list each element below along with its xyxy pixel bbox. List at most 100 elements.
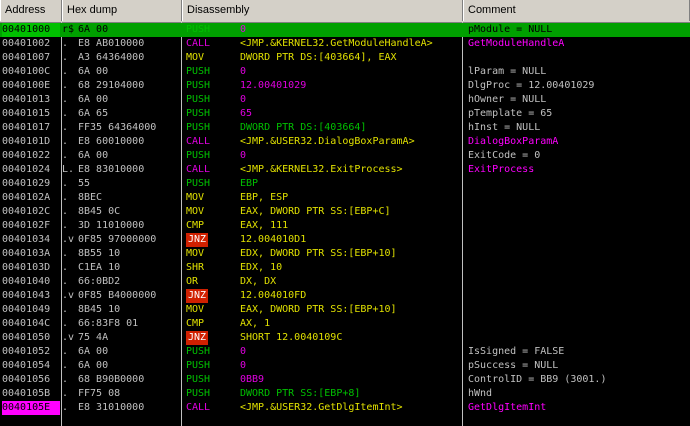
disassembly-cell[interactable]: OR DX, DX xyxy=(186,275,460,289)
hex-cell[interactable]: 8B55 10 xyxy=(78,247,180,261)
code-row[interactable]: 0040103A. 8B55 10 MOV EDX, DWORD PTR SS:[EB… xyxy=(0,247,690,261)
address-cell[interactable]: 00401054 xyxy=(2,359,60,373)
code-row[interactable]: 0040102A. 8BEC MOV EBP, ESP xyxy=(0,191,690,205)
code-row[interactable]: 00401043 .v 0F85 B4000000 JNZ 12.004010FD xyxy=(0,289,690,303)
comment-cell[interactable]: DialogBoxParamA xyxy=(468,135,688,149)
hex-cell[interactable]: 8B45 0C xyxy=(78,205,180,219)
disassembly-cell[interactable]: CMP AX, 1 xyxy=(186,317,460,331)
address-cell[interactable]: 00401022 xyxy=(2,149,60,163)
disassembly-cell[interactable]: PUSH 0 xyxy=(186,93,460,107)
disassembly-cell[interactable]: PUSH EBP xyxy=(186,177,460,191)
code-row[interactable]: 00401050 .v 75 4A JNZ SHORT 12.0040109C xyxy=(0,331,690,345)
comment-cell[interactable] xyxy=(468,261,688,275)
address-cell[interactable]: 00401013 xyxy=(2,93,60,107)
hex-cell[interactable]: C1EA 10 xyxy=(78,261,180,275)
address-cell[interactable]: 0040104C xyxy=(2,317,60,331)
disassembly-cell[interactable]: MOV EAX, DWORD PTR SS:[EBP+C] xyxy=(186,205,460,219)
disassembly-cell[interactable]: PUSH 12.00401029 xyxy=(186,79,460,93)
disassembly-cell[interactable]: PUSH 0 xyxy=(186,345,460,359)
address-cell[interactable]: 0040102C xyxy=(2,205,60,219)
code-row[interactable]: 00401052. 6A 00 PUSH 0 IsSigned = FALSE xyxy=(0,345,690,359)
code-row[interactable]: 00401054. 6A 00 PUSH 0 pSuccess = NULL xyxy=(0,359,690,373)
address-cell[interactable]: 00401002 xyxy=(2,37,60,51)
disassembly-cell[interactable]: PUSH 0 xyxy=(186,65,460,79)
address-cell[interactable]: 00401034 xyxy=(2,233,60,247)
address-cell[interactable]: 0040102F xyxy=(2,219,60,233)
code-row[interactable]: 00401017. FF35 64364000 PUSH DWORD PTR DS:[… xyxy=(0,121,690,135)
comment-cell[interactable] xyxy=(468,205,688,219)
comment-cell[interactable]: IsSigned = FALSE xyxy=(468,345,688,359)
comment-cell[interactable]: ExitCode = 0 xyxy=(468,149,688,163)
comment-cell[interactable] xyxy=(468,317,688,331)
hex-cell[interactable]: FF35 64364000 xyxy=(78,121,180,135)
hex-cell[interactable]: 0F85 97000000 xyxy=(78,233,180,247)
comment-cell[interactable]: lParam = NULL xyxy=(468,65,688,79)
disassembly-cell[interactable]: MOV EDX, DWORD PTR SS:[EBP+10] xyxy=(186,247,460,261)
hex-cell[interactable]: 6A 00 xyxy=(78,65,180,79)
comment-cell[interactable] xyxy=(468,219,688,233)
hex-cell[interactable]: 0F85 B4000000 xyxy=(78,289,180,303)
code-row[interactable]: 00401040. 66:0BD2 OR DX, DX xyxy=(0,275,690,289)
hex-cell[interactable]: 66:0BD2 xyxy=(78,275,180,289)
disassembly-cell[interactable]: MOV DWORD PTR DS:[403664], EAX xyxy=(186,51,460,65)
code-row[interactable]: 00401024 L. E8 83010000 CALL <JMP.&KERNEL32.… xyxy=(0,163,690,177)
address-cell[interactable]: 0040101D xyxy=(2,135,60,149)
address-cell[interactable]: 00401049 xyxy=(2,303,60,317)
address-cell[interactable]: 0040102A xyxy=(2,191,60,205)
address-cell[interactable]: 00401029 xyxy=(2,177,60,191)
code-row[interactable]: 0040105B. FF75 08 PUSH DWORD PTR SS:[EBP+8]… xyxy=(0,387,690,401)
disassembly-cell[interactable]: JNZ 12.004010D1 xyxy=(186,233,460,247)
hex-cell[interactable]: 75 4A xyxy=(78,331,180,345)
code-row[interactable]: 00401049. 8B45 10 MOV EAX, DWORD PTR SS:[EB… xyxy=(0,303,690,317)
hex-cell[interactable]: 6A 00 xyxy=(78,93,180,107)
disassembly-cell[interactable]: MOV EAX, DWORD PTR SS:[EBP+10] xyxy=(186,303,460,317)
hex-cell[interactable]: E8 83010000 xyxy=(78,163,180,177)
code-row[interactable]: 0040102F. 3D 11010000 CMP EAX, 111 xyxy=(0,219,690,233)
hex-cell[interactable]: 8BEC xyxy=(78,191,180,205)
hex-cell[interactable]: 68 29104000 xyxy=(78,79,180,93)
comment-cell[interactable] xyxy=(468,331,688,345)
comment-cell[interactable]: DlgProc = 12.00401029 xyxy=(468,79,688,93)
hex-cell[interactable]: E8 AB010000 xyxy=(78,37,180,51)
header-address[interactable]: Address xyxy=(0,0,62,21)
disassembly-cell[interactable]: PUSH 65 xyxy=(186,107,460,121)
address-cell[interactable]: 00401052 xyxy=(2,345,60,359)
address-cell[interactable]: 00401043 xyxy=(2,289,60,303)
code-row[interactable]: 0040102C. 8B45 0C MOV EAX, DWORD PTR SS:[EB… xyxy=(0,205,690,219)
address-cell[interactable]: 0040103A xyxy=(2,247,60,261)
comment-cell[interactable] xyxy=(468,303,688,317)
address-cell[interactable]: 00401007 xyxy=(2,51,60,65)
comment-cell[interactable] xyxy=(468,233,688,247)
address-cell[interactable]: 0040103D xyxy=(2,261,60,275)
comment-cell[interactable] xyxy=(468,191,688,205)
code-row[interactable]: 0040104C. 66:83F8 01 CMP AX, 1 xyxy=(0,317,690,331)
comment-cell[interactable] xyxy=(468,51,688,65)
disassembly-cell[interactable]: CALL <JMP.&USER32.GetDlgItemInt> xyxy=(186,401,460,415)
address-cell[interactable]: 0040100C xyxy=(2,65,60,79)
comment-cell[interactable]: hInst = NULL xyxy=(468,121,688,135)
comment-cell[interactable] xyxy=(468,275,688,289)
disassembly-cell[interactable]: MOV EBP, ESP xyxy=(186,191,460,205)
comment-cell[interactable]: pSuccess = NULL xyxy=(468,359,688,373)
address-cell[interactable]: 00401017 xyxy=(2,121,60,135)
hex-cell[interactable]: A3 64364000 xyxy=(78,51,180,65)
header-disassembly[interactable]: Disassembly xyxy=(182,0,463,21)
hex-cell[interactable]: 55 xyxy=(78,177,180,191)
hex-cell[interactable]: 6A 00 xyxy=(78,345,180,359)
comment-cell[interactable]: ControlID = BB9 (3001.) xyxy=(468,373,688,387)
disassembly-cell[interactable]: PUSH 0BB9 xyxy=(186,373,460,387)
address-cell[interactable]: 00401056 xyxy=(2,373,60,387)
comment-cell[interactable]: GetModuleHandleA xyxy=(468,37,688,51)
disassembly-cell[interactable]: PUSH DWORD PTR SS:[EBP+8] xyxy=(186,387,460,401)
disassembly-cell[interactable]: CALL <JMP.&USER32.DialogBoxParamA> xyxy=(186,135,460,149)
comment-cell[interactable] xyxy=(468,247,688,261)
code-row[interactable]: 0040100E. 68 29104000 PUSH 12.00401029 DlgPr… xyxy=(0,79,690,93)
comment-cell[interactable] xyxy=(468,177,688,191)
header-comment[interactable]: Comment xyxy=(463,0,690,21)
hex-cell[interactable]: 6A 00 xyxy=(78,23,180,37)
comment-cell[interactable] xyxy=(468,289,688,303)
code-row[interactable]: 0040105E. E8 31010000 CALL <JMP.&USER32.Get… xyxy=(0,401,690,415)
address-cell[interactable]: 00401000 xyxy=(2,23,60,37)
hex-cell[interactable]: 66:83F8 01 xyxy=(78,317,180,331)
code-row[interactable]: 00401000 r$ 6A 00 PUSH 0 pModule = NULL xyxy=(0,23,690,37)
